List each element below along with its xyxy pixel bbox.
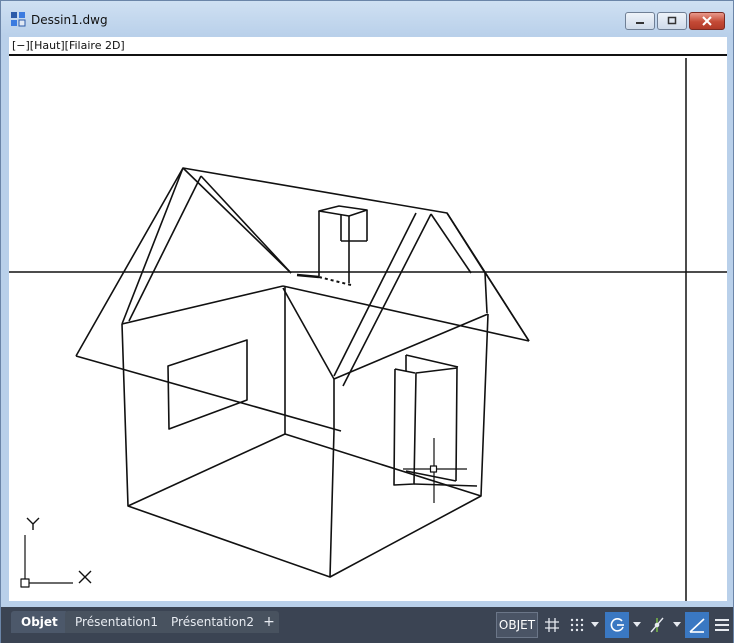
polar-dropdown-button[interactable] (631, 612, 643, 638)
model-space-button[interactable]: OBJET (496, 612, 538, 638)
cursor-pickbox (403, 438, 467, 503)
snap-button[interactable] (566, 612, 588, 638)
chimney (296, 205, 368, 286)
house-wireframe: XY (9, 58, 727, 601)
add-layout-label: + (263, 614, 275, 630)
polar-dropdown-icon (633, 622, 641, 627)
tab-model[interactable]: Objet (11, 611, 68, 633)
grid-button[interactable] (541, 612, 563, 638)
tab-layout1[interactable]: Présentation1 (65, 611, 168, 633)
close-button[interactable] (689, 12, 725, 30)
status-bar: Objet Présentation1 Présentation2 + OBJE… (1, 607, 733, 643)
snap-dropdown-icon (591, 622, 599, 627)
osnap-button[interactable] (645, 612, 669, 638)
drawing-window: Dessin1.dwg [−][Haut][Filaire 2D] Objet … (0, 0, 734, 643)
tab-layout2[interactable]: Présentation2 (161, 611, 264, 633)
tab-model-label: Objet (21, 615, 58, 629)
maximize-icon (667, 16, 677, 25)
viewport-controls[interactable]: [−][Haut][Filaire 2D] (9, 37, 727, 56)
ucs-icon (20, 517, 92, 588)
viewport-label[interactable]: [−][Haut][Filaire 2D] (12, 39, 125, 52)
ortho-icon (689, 618, 705, 633)
customization-menu-button[interactable] (711, 612, 733, 638)
tab-layout2-label: Présentation2 (171, 615, 254, 629)
autocad-drawing-icon (11, 12, 26, 27)
osnap-dropdown-button[interactable] (671, 612, 683, 638)
drawing-canvas[interactable]: XY (9, 56, 727, 601)
polar-tracking-button[interactable] (605, 612, 629, 638)
menu-icon (715, 619, 729, 631)
ortho-button[interactable] (685, 612, 709, 638)
roof (75, 167, 530, 432)
snap-dropdown-button[interactable] (589, 612, 601, 638)
polar-tracking-icon (610, 618, 624, 632)
tab-layout1-label: Présentation1 (75, 615, 158, 629)
house-body (121, 285, 489, 578)
title-bar[interactable]: Dessin1.dwg (1, 1, 733, 35)
minimize-icon (636, 22, 644, 24)
snap-icon (570, 618, 584, 632)
window-title: Dessin1.dwg (31, 13, 108, 27)
window-left (167, 339, 248, 430)
model-space-label: OBJET (498, 618, 536, 632)
grid-icon (545, 618, 559, 632)
minimize-button[interactable] (625, 12, 655, 30)
add-layout-button[interactable]: + (259, 611, 279, 633)
maximize-button[interactable] (657, 12, 687, 30)
osnap-icon (650, 617, 664, 633)
close-icon (702, 16, 712, 26)
osnap-dropdown-icon (673, 622, 681, 627)
